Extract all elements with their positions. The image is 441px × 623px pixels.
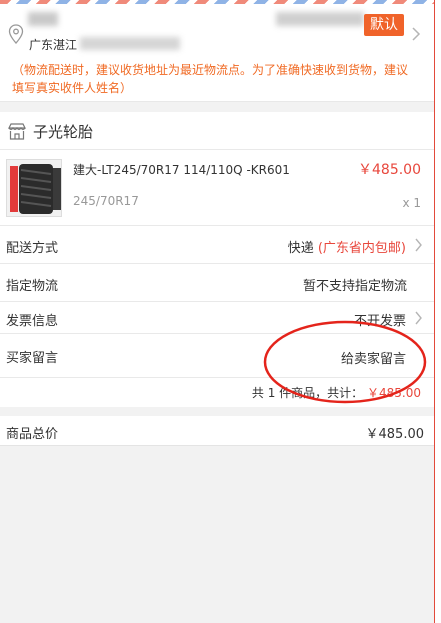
goods-total-value: ￥485.00: [365, 427, 425, 442]
product-quantity: x 1: [402, 196, 421, 210]
address-detail-redacted: [80, 37, 180, 50]
goods-total-row: 商品总价 ￥485.00: [0, 416, 434, 446]
product-price: ￥485.00: [358, 162, 421, 178]
delivery-value: 快递 (广东省内包邮): [287, 241, 406, 256]
address-note: （物流配送时，建议收货地址为最近物流点。为了准确快速收到货物，建议填写真实收件人…: [12, 63, 409, 95]
address-card[interactable]: 默认 广东湛江 （物流配送时，建议收货地址为最近物流点。为了准确快速收到货物，建…: [0, 4, 434, 101]
invoice-row[interactable]: 发票信息 不开发票: [0, 302, 434, 334]
default-badge: 默认: [364, 14, 404, 36]
order-total-amount: ￥485.00: [367, 386, 421, 400]
product-title: 建大-LT245/70R17 114/110Q -KR601: [73, 163, 290, 177]
store-icon: [8, 123, 26, 140]
logistics-label: 指定物流: [6, 279, 59, 294]
chevron-right-icon: [415, 238, 422, 252]
message-label: 买家留言: [6, 351, 59, 366]
delivery-method-row[interactable]: 配送方式 快递 (广东省内包邮): [0, 226, 434, 264]
section-divider: [0, 407, 434, 416]
recipient-phone-redacted: [276, 12, 364, 26]
location-pin-icon: [8, 24, 24, 44]
chevron-right-icon: [415, 311, 422, 325]
order-total-row: 共 1 件商品，共计： ￥485.00: [0, 378, 434, 407]
shop-name[interactable]: 子光轮胎: [33, 121, 93, 142]
product-thumbnail: [6, 159, 62, 217]
order-card: 子光轮胎 建大-LT245/70R17 114/110Q -KR601 ￥485…: [0, 112, 434, 407]
delivery-note: (广东省内包邮): [317, 241, 406, 256]
logistics-value: 暂不支持指定物流: [302, 279, 407, 294]
checkout-page: 默认 广东湛江 （物流配送时，建议收货地址为最近物流点。为了准确快速收到货物，建…: [0, 0, 434, 623]
invoice-label: 发票信息: [6, 314, 59, 329]
logistics-row: 指定物流 暂不支持指定物流: [0, 264, 434, 302]
shop-header: 子光轮胎: [0, 112, 434, 150]
delivery-label: 配送方式: [6, 241, 59, 256]
address-region: 广东湛江: [29, 38, 78, 52]
order-total: 共 1 件商品，共计： ￥485.00: [251, 386, 421, 400]
invoice-value: 不开发票: [353, 314, 406, 329]
message-input[interactable]: 给卖家留言: [341, 348, 406, 367]
section-divider: [0, 101, 434, 111]
buyer-message-row: 买家留言 给卖家留言: [0, 334, 434, 378]
tire-image-icon: [7, 160, 61, 216]
product-spec: 245/70R17: [73, 194, 139, 208]
recipient-name-redacted: [28, 12, 58, 26]
product-item[interactable]: 建大-LT245/70R17 114/110Q -KR601 ￥485.00 2…: [0, 150, 434, 226]
right-edge-bar: [434, 0, 441, 623]
chevron-right-icon: [412, 27, 421, 41]
goods-total-label: 商品总价: [6, 427, 59, 442]
